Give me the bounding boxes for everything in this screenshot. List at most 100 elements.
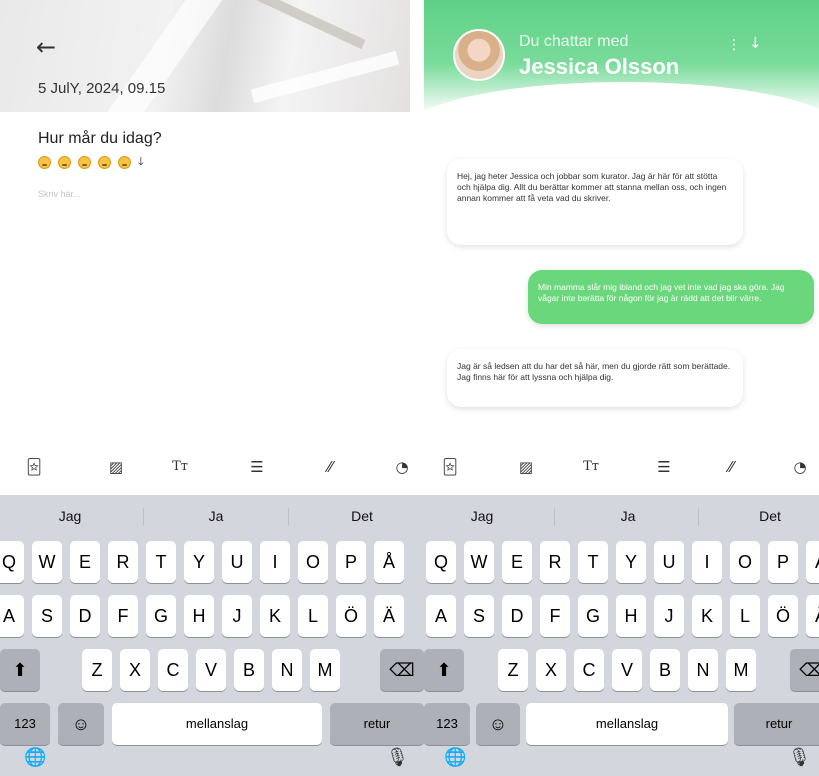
key[interactable]: O	[730, 541, 760, 583]
sticker-icon[interactable]: 🃟	[22, 456, 46, 478]
key[interactable]: M	[310, 649, 340, 691]
text-format-icon[interactable]: Tт	[168, 456, 192, 478]
list-icon[interactable]: ☰	[245, 456, 269, 478]
key[interactable]: T	[578, 541, 608, 583]
key[interactable]: P	[768, 541, 798, 583]
key[interactable]: V	[612, 649, 642, 691]
sticker-icon[interactable]: 🃟	[438, 456, 462, 478]
key[interactable]: H	[616, 595, 646, 637]
key[interactable]: D	[70, 595, 100, 637]
backspace-key[interactable]: ⌫	[380, 649, 424, 691]
image-icon[interactable]: ▨	[514, 456, 538, 478]
back-arrow-icon[interactable]: ←	[36, 34, 62, 60]
key[interactable]: S	[32, 595, 62, 637]
key[interactable]: W	[32, 541, 62, 583]
key[interactable]: U	[654, 541, 684, 583]
globe-icon[interactable]: 🌐	[444, 747, 466, 768]
key[interactable]: L	[298, 595, 328, 637]
key[interactable]: D	[502, 595, 532, 637]
suggestion-3[interactable]: Det	[730, 508, 810, 524]
microphone-icon[interactable]: 🎙	[386, 747, 409, 768]
key[interactable]: S	[464, 595, 494, 637]
more-menu-icon[interactable]: ⋮	[727, 37, 741, 53]
key[interactable]: Y	[616, 541, 646, 583]
key[interactable]: T	[146, 541, 176, 583]
key[interactable]: N	[272, 649, 302, 691]
emoji-key[interactable]: ☺	[476, 703, 520, 745]
key[interactable]: G	[146, 595, 176, 637]
key[interactable]: I	[692, 541, 722, 583]
key[interactable]: X	[120, 649, 150, 691]
key[interactable]: C	[574, 649, 604, 691]
key[interactable]: F	[540, 595, 570, 637]
suggestion-1[interactable]: Jag	[442, 508, 522, 524]
key[interactable]: A	[426, 595, 456, 637]
mood-emoji-4[interactable]	[98, 156, 111, 169]
suggestion-1[interactable]: Jag	[30, 508, 110, 524]
key[interactable]: Q	[0, 541, 24, 583]
key[interactable]: B	[234, 649, 264, 691]
key[interactable]: I	[260, 541, 290, 583]
strikethrough-icon[interactable]: ⁄⁄	[318, 456, 342, 478]
mood-emoji-1[interactable]	[38, 156, 51, 169]
key[interactable]: O	[298, 541, 328, 583]
key[interactable]: V	[196, 649, 226, 691]
return-key[interactable]: retur	[734, 703, 819, 745]
suggestion-3[interactable]: Det	[322, 508, 402, 524]
shift-key[interactable]: ⬆	[424, 649, 464, 691]
suggestion-2[interactable]: Ja	[176, 508, 256, 524]
key[interactable]: J	[222, 595, 252, 637]
key[interactable]: W	[464, 541, 494, 583]
key[interactable]: Q	[426, 541, 456, 583]
timer-icon[interactable]: ◔	[390, 456, 414, 478]
key[interactable]: X	[536, 649, 566, 691]
numbers-key[interactable]: 123	[424, 703, 470, 745]
return-key[interactable]: retur	[330, 703, 424, 745]
key[interactable]: J	[654, 595, 684, 637]
key[interactable]: N	[688, 649, 718, 691]
key[interactable]: B	[650, 649, 680, 691]
space-key[interactable]: mellanslag	[526, 703, 728, 745]
timer-icon[interactable]: ◔	[788, 456, 812, 478]
key[interactable]: G	[578, 595, 608, 637]
key[interactable]: A	[0, 595, 24, 637]
text-format-icon[interactable]: Tт	[579, 456, 603, 478]
key[interactable]: Å	[374, 541, 404, 583]
microphone-icon[interactable]: 🎙	[788, 747, 811, 768]
journal-input[interactable]: Skriv här...	[38, 189, 81, 199]
key[interactable]: Ä	[374, 595, 404, 637]
image-icon[interactable]: ▨	[104, 456, 128, 478]
arrow-down-icon[interactable]: ↓	[749, 34, 762, 52]
list-icon[interactable]: ☰	[652, 456, 676, 478]
key[interactable]: P	[336, 541, 366, 583]
key[interactable]: C	[158, 649, 188, 691]
key[interactable]: Ö	[336, 595, 366, 637]
numbers-key[interactable]: 123	[0, 703, 50, 745]
key[interactable]: R	[540, 541, 570, 583]
key[interactable]: Ä	[806, 595, 819, 637]
mood-emoji-2[interactable]	[58, 156, 71, 169]
key[interactable]: Å	[806, 541, 819, 583]
globe-icon[interactable]: 🌐	[24, 747, 46, 768]
key[interactable]: Y	[184, 541, 214, 583]
arrow-down-icon[interactable]: 🡓	[138, 153, 144, 172]
backspace-key[interactable]: ⌫	[790, 649, 819, 691]
key[interactable]: R	[108, 541, 138, 583]
key[interactable]: F	[108, 595, 138, 637]
suggestion-2[interactable]: Ja	[588, 508, 668, 524]
key[interactable]: U	[222, 541, 252, 583]
key[interactable]: L	[730, 595, 760, 637]
key[interactable]: E	[502, 541, 532, 583]
strikethrough-icon[interactable]: ⁄⁄	[719, 456, 743, 478]
key[interactable]: K	[692, 595, 722, 637]
space-key[interactable]: mellanslag	[112, 703, 322, 745]
key[interactable]: E	[70, 541, 100, 583]
key[interactable]: Z	[498, 649, 528, 691]
key[interactable]: Z	[82, 649, 112, 691]
key[interactable]: Ö	[768, 595, 798, 637]
key[interactable]: M	[726, 649, 756, 691]
mood-emoji-5[interactable]	[118, 156, 131, 169]
emoji-key[interactable]: ☺	[58, 703, 104, 745]
key[interactable]: K	[260, 595, 290, 637]
mood-emoji-3[interactable]	[78, 156, 91, 169]
